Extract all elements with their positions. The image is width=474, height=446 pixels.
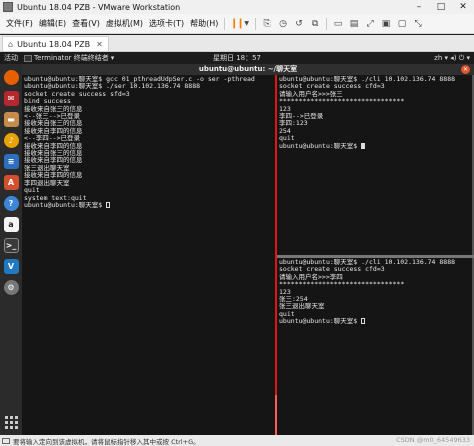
send-ctrl-alt-del-icon[interactable]: ⎘ (260, 17, 274, 31)
toolbar-separator (255, 17, 257, 30)
system-tray[interactable]: zh ▾ ◂) ⏻ ▾ (434, 54, 470, 63)
close-icon[interactable]: ✕ (461, 65, 470, 74)
status-hint: 要将输入定向到该虚拟机，请将鼠标指针移入其中或按 Ctrl+G。 (13, 437, 200, 446)
menu-file[interactable]: 文件(F) (3, 18, 36, 29)
files-icon[interactable]: ▬ (3, 112, 19, 127)
amazon-icon[interactable]: a (3, 217, 19, 232)
unity-icon[interactable]: ▣ (379, 17, 393, 31)
ubuntu-dock: ✉ ▬ ♪ ≡ A ? a >_ V ⚙ (0, 64, 22, 435)
libreoffice-writer-icon[interactable]: ≡ (3, 154, 19, 169)
firefox-icon[interactable] (3, 70, 19, 85)
gnome-top-bar: 活动 Terminator 终端终结者 ▾ 星期日 18：57 zh ▾ ◂) … (0, 52, 474, 64)
chevron-down-icon: ▾ (110, 54, 115, 62)
rhythmbox-icon[interactable]: ♪ (3, 133, 19, 148)
vmware-status-bar: 要将输入定向到该虚拟机，请将鼠标指针移入其中或按 Ctrl+G。 CSDN @m… (0, 435, 474, 446)
terminal-cursor (361, 142, 366, 149)
fullscreen-icon[interactable]: ⤢ (363, 17, 377, 31)
terminal-icon[interactable]: >_ (3, 238, 19, 253)
terminal-line: ******************************** (279, 97, 405, 106)
menu-help[interactable]: 帮助(H) (187, 18, 221, 29)
terminal-title-text: ubuntu@ubuntu: ~/聊天室 (198, 65, 298, 73)
snapshot-manager-icon[interactable]: ⧉ (308, 17, 322, 31)
vscode-icon[interactable]: V (3, 259, 19, 274)
menu-tabs[interactable]: 选项卡(T) (146, 18, 187, 29)
window-title: Ubuntu 18.04 PZB - VMware Workstation (17, 2, 181, 12)
menu-vm[interactable]: 虚拟机(M) (103, 18, 146, 29)
toolbar-separator (224, 17, 226, 30)
vmware-title-bar: Ubuntu 18.04 PZB - VMware Workstation – … (0, 0, 474, 14)
terminal-pane-client-1[interactable]: ubuntu@ubuntu:聊天室$ ./cli 10.102.136.74 8… (277, 75, 474, 255)
vm-tab-label: Ubuntu 18.04 PZB (17, 39, 91, 49)
clock[interactable]: 星期日 18：57 (213, 54, 261, 62)
terminal-line: 254 (279, 126, 291, 135)
pause-vm-icon[interactable]: ❙❙ (229, 17, 245, 31)
console-view-icon[interactable]: ▢ (395, 17, 409, 31)
stretch-icon[interactable]: ⤡ (411, 17, 425, 31)
terminal-line: 李四退出聊天室 (24, 178, 70, 187)
home-icon[interactable]: ⌂ (8, 40, 13, 49)
chevron-down-icon[interactable]: ▼ (244, 20, 249, 27)
keyboard-icon (2, 437, 10, 444)
app-menu[interactable]: Terminator 终端终结者 ▾ (24, 53, 114, 63)
help-icon[interactable]: ? (3, 196, 19, 211)
terminal-line: ubuntu@ubuntu:聊天室$ (24, 201, 273, 209)
show-applications-icon[interactable] (4, 415, 19, 430)
snapshot-icon[interactable]: ◷ (276, 17, 290, 31)
terminal-line: ******************************** (279, 280, 405, 289)
terminal-pane-server[interactable]: ubuntu@ubuntu:聊天室$ gcc 01_pthreadUdpSer.… (22, 75, 275, 435)
terminal-cursor (106, 201, 111, 208)
app-menu-label: Terminator 终端终结者 (34, 54, 109, 62)
menu-view[interactable]: 查看(V) (69, 18, 103, 29)
vmware-logo-icon (3, 2, 13, 12)
settings-icon[interactable]: ⚙ (3, 280, 19, 295)
terminal-cursor (361, 318, 366, 325)
maximize-button[interactable]: □ (430, 0, 452, 14)
terminal-window-title: ubuntu@ubuntu: ~/聊天室 ✕ (22, 64, 474, 75)
toolbar-separator (326, 17, 328, 30)
terminal-line: ubuntu@ubuntu:聊天室$ (279, 317, 472, 325)
vmware-menu-bar: 文件(F) 编辑(E) 查看(V) 虚拟机(M) 选项卡(T) 帮助(H) ❙❙… (0, 14, 474, 34)
terminator-area: ubuntu@ubuntu:聊天室$ gcc 01_pthreadUdpSer.… (22, 75, 474, 435)
terminal-pane-client-2[interactable]: ubuntu@ubuntu:聊天室$ ./cli 10.102.136.74 8… (277, 258, 474, 435)
vm-tab-strip: ⌂ Ubuntu 18.04 PZB ✕ (0, 35, 474, 52)
software-center-icon[interactable]: A (3, 175, 19, 190)
watermark: CSDN @m0_64549633 (396, 436, 470, 444)
terminal-line: 李四:123 (279, 119, 308, 128)
vm-tab-ubuntu[interactable]: ⌂ Ubuntu 18.04 PZB ✕ (2, 36, 109, 51)
library-icon[interactable]: ▭ (331, 17, 345, 31)
terminal-line: 张三退出聊天室 (279, 302, 325, 311)
terminal-line: ubuntu@ubuntu:聊天室$ (279, 142, 472, 150)
revert-snapshot-icon[interactable]: ↺ (292, 17, 306, 31)
thunderbird-icon[interactable]: ✉ (3, 91, 19, 106)
menu-edit[interactable]: 编辑(E) (36, 18, 69, 29)
close-button[interactable]: ✕ (452, 0, 474, 14)
minimize-button[interactable]: – (408, 0, 430, 14)
close-tab-icon[interactable]: ✕ (96, 40, 103, 49)
terminal-app-icon (24, 54, 32, 62)
thumbnail-icon[interactable]: ▤ (347, 17, 361, 31)
activities-button[interactable]: 活动 (4, 53, 24, 63)
